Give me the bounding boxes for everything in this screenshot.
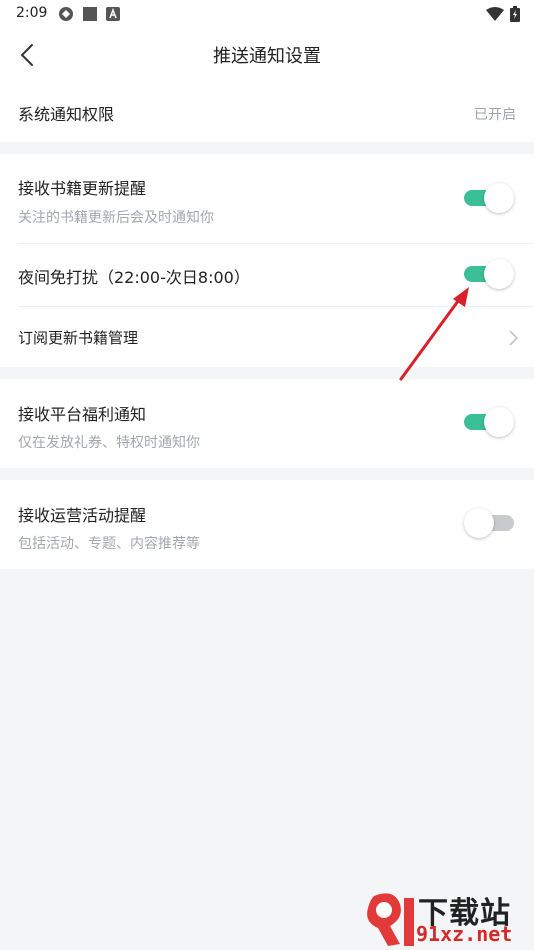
toggle-knob (464, 508, 494, 538)
annotation-arrow-icon (399, 287, 469, 381)
toggle-knob (484, 183, 514, 213)
wifi-icon (486, 7, 504, 21)
watermark: 下载站 91xz.net (360, 888, 528, 948)
operations-subtitle: 包括活动、专题、内容推荐等 (18, 536, 200, 552)
watermark-logo-icon (367, 893, 414, 946)
welfare-toggle[interactable] (464, 407, 514, 437)
divider (18, 243, 534, 244)
operations-row: 接收运营活动提醒 包括活动、专题、内容推荐等 (0, 480, 534, 569)
chevron-right-icon (509, 330, 519, 346)
status-icons-right (486, 6, 520, 22)
toggle-knob (484, 259, 514, 289)
welfare-row: 接收平台福利通知 仅在发放礼券、特权时通知你 (0, 379, 534, 468)
square-notification-icon (83, 7, 97, 21)
operations-title: 接收运营活动提醒 (18, 506, 147, 525)
watermark-url: 91xz.net (416, 922, 513, 946)
book-updates-title: 接收书籍更新提醒 (18, 179, 147, 198)
operations-toggle[interactable] (464, 508, 514, 538)
app-notification-icon (106, 7, 120, 21)
subscription-title: 订阅更新书籍管理 (18, 329, 139, 347)
status-icons-left (58, 6, 120, 22)
night-mode-title: 夜间免打扰（22:00-次日8:00） (18, 268, 250, 287)
system-permission-row[interactable]: 系统通知权限 已开启 (0, 80, 534, 142)
page-title: 推送通知设置 (213, 46, 321, 67)
battery-icon (510, 6, 520, 22)
system-permission-status: 已开启 (474, 107, 516, 123)
status-bar: 2:09 (0, 0, 534, 28)
sync-icon (59, 7, 73, 21)
welfare-title: 接收平台福利通知 (18, 405, 147, 424)
status-time: 2:09 (16, 5, 48, 21)
toggle-knob (484, 407, 514, 437)
book-updates-subtitle: 关注的书籍更新后会及时通知你 (18, 210, 214, 226)
system-permission-label: 系统通知权限 (18, 105, 115, 124)
book-updates-toggle[interactable] (464, 183, 514, 213)
title-bar: 推送通知设置 (0, 28, 534, 80)
welfare-subtitle: 仅在发放礼券、特权时通知你 (18, 435, 200, 451)
